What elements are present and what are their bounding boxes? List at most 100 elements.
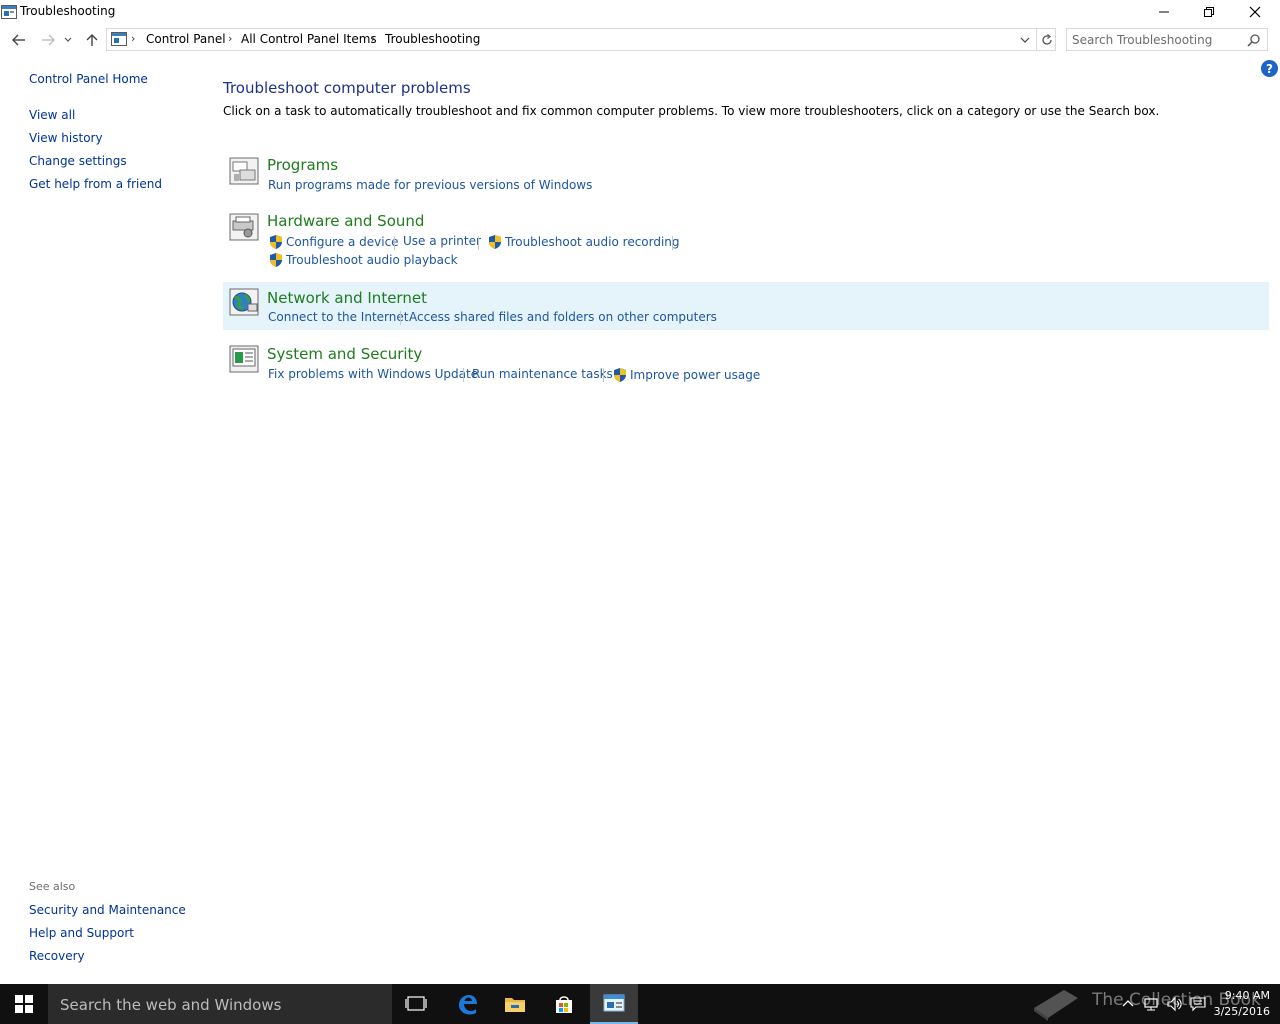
control-panel-icon	[1, 5, 17, 19]
help-and-support-link[interactable]: Help and Support	[29, 926, 134, 940]
troubleshooting-window: Troubleshooting › Control Panel › All Co…	[0, 0, 1280, 984]
category-programs: Programs Run programs made for previous …	[223, 152, 1269, 198]
system-and-security-title[interactable]: System and Security	[267, 345, 422, 363]
store-taskbar-button[interactable]	[540, 984, 588, 1024]
breadcrumb-troubleshooting[interactable]: Troubleshooting	[385, 32, 480, 46]
link-separator	[478, 236, 479, 250]
cortana-search-box[interactable]: Search the web and Windows	[48, 984, 392, 1024]
edge-taskbar-button[interactable]	[443, 984, 491, 1024]
up-icon	[86, 34, 98, 46]
shield-icon	[270, 235, 282, 249]
breadcrumb-separator[interactable]: ›	[371, 32, 375, 45]
windows-logo-icon	[15, 995, 33, 1013]
troubleshoot-audio-recording-link[interactable]: Troubleshoot audio recording	[505, 235, 680, 249]
system-and-security-icon[interactable]	[228, 344, 260, 374]
run-maintenance-tasks-link[interactable]: Run maintenance tasks	[472, 367, 613, 381]
book-icon	[1034, 990, 1078, 1021]
forward-icon	[42, 34, 55, 46]
forward-button[interactable]	[37, 29, 59, 51]
connect-to-internet-link[interactable]: Connect to the Internet	[268, 310, 408, 324]
fix-windows-update-link[interactable]: Fix problems with Windows Update	[268, 367, 478, 381]
view-all-link[interactable]: View all	[29, 108, 75, 122]
navigation-bar: › Control Panel › All Control Panel Item…	[0, 27, 1280, 53]
refresh-button[interactable]	[1036, 29, 1056, 50]
improve-power-usage-link[interactable]: Improve power usage	[630, 368, 760, 382]
link-separator	[400, 311, 401, 325]
shield-icon	[489, 235, 501, 249]
minimize-button[interactable]	[1141, 0, 1187, 24]
control-panel-taskbar-button[interactable]	[590, 984, 638, 1024]
control-panel-icon	[603, 994, 625, 1012]
edge-icon	[459, 995, 477, 1015]
access-shared-files-link[interactable]: Access shared files and folders on other…	[409, 310, 717, 324]
link-separator	[463, 368, 464, 382]
show-hidden-icons-icon[interactable]	[1120, 996, 1136, 1012]
link-separator	[394, 236, 395, 250]
category-network-and-internet[interactable]: Network and Internet Connect to the Inte…	[223, 282, 1269, 330]
breadcrumb-control-panel[interactable]: Control Panel	[146, 32, 226, 46]
shield-icon	[614, 368, 626, 382]
file-explorer-icon	[505, 998, 525, 1012]
search-box	[1066, 28, 1268, 51]
programs-icon[interactable]	[228, 156, 260, 186]
breadcrumb-separator[interactable]: ›	[131, 32, 135, 45]
use-printer-link[interactable]: Use a printer	[403, 234, 481, 248]
up-button[interactable]	[81, 29, 103, 51]
breadcrumb-all-items[interactable]: All Control Panel Items	[241, 32, 377, 46]
network-and-internet-icon[interactable]	[228, 287, 260, 317]
shield-icon	[270, 253, 282, 267]
file-explorer-taskbar-button[interactable]	[491, 984, 539, 1024]
start-button[interactable]	[0, 984, 48, 1024]
configure-device-link[interactable]: Configure a device	[286, 235, 399, 249]
recent-locations-button[interactable]	[61, 29, 75, 51]
volume-icon[interactable]	[1166, 996, 1182, 1012]
minimize-icon	[1159, 11, 1169, 13]
get-help-from-friend-link[interactable]: Get help from a friend	[29, 177, 162, 191]
address-dropdown-button[interactable]	[1017, 31, 1033, 49]
change-settings-link[interactable]: Change settings	[29, 154, 127, 168]
page-description: Click on a task to automatically trouble…	[223, 104, 1160, 118]
action-center-icon[interactable]	[1190, 996, 1206, 1012]
search-input[interactable]	[1067, 29, 1243, 50]
link-separator	[603, 368, 604, 382]
close-button[interactable]	[1232, 0, 1278, 24]
clock-date: 3/25/2016	[1213, 1005, 1270, 1018]
network-and-internet-title[interactable]: Network and Internet	[267, 289, 427, 307]
security-and-maintenance-link[interactable]: Security and Maintenance	[29, 903, 186, 917]
help-icon[interactable]: ?	[1261, 60, 1278, 77]
clock-time: 9:40 AM	[1224, 989, 1270, 1002]
chevron-down-icon	[1020, 37, 1030, 43]
back-button[interactable]	[8, 29, 30, 51]
recovery-link[interactable]: Recovery	[29, 949, 85, 963]
link-separator	[672, 236, 673, 250]
window-title: Troubleshooting	[20, 4, 116, 18]
back-icon	[12, 34, 25, 46]
hardware-and-sound-icon[interactable]	[228, 212, 260, 242]
recent-icon	[64, 37, 72, 42]
search-icon[interactable]	[1247, 33, 1261, 47]
network-icon[interactable]	[1143, 996, 1159, 1012]
task-view-button[interactable]	[392, 984, 440, 1024]
restore-icon	[1204, 7, 1214, 17]
taskbar: Search the web and Windows The Collectio…	[0, 984, 1280, 1024]
see-also-label: See also	[29, 880, 76, 893]
category-system-and-security: System and Security Fix problems with Wi…	[223, 340, 1269, 388]
run-older-programs-link[interactable]: Run programs made for previous versions …	[268, 178, 592, 192]
control-panel-home-link[interactable]: Control Panel Home	[29, 72, 148, 86]
troubleshoot-audio-playback-link[interactable]: Troubleshoot audio playback	[286, 253, 458, 267]
address-bar[interactable]: › Control Panel › All Control Panel Item…	[106, 28, 1056, 51]
cortana-search-text: Search the web and Windows	[60, 996, 282, 1014]
hardware-and-sound-title[interactable]: Hardware and Sound	[267, 212, 424, 230]
close-icon	[1249, 6, 1261, 18]
taskbar-clock[interactable]: 9:40 AM 3/25/2016	[1214, 988, 1270, 1020]
breadcrumb-separator[interactable]: ›	[228, 32, 232, 45]
refresh-icon	[1041, 33, 1052, 45]
programs-title[interactable]: Programs	[267, 156, 338, 174]
restore-button[interactable]	[1186, 0, 1232, 24]
control-panel-icon	[111, 32, 127, 46]
category-hardware-and-sound: Hardware and Sound Configure a device Us…	[223, 208, 1269, 274]
view-history-link[interactable]: View history	[29, 131, 103, 145]
title-bar: Troubleshooting	[0, 0, 1280, 24]
task-view-icon	[405, 996, 427, 1011]
store-icon	[556, 996, 572, 1013]
